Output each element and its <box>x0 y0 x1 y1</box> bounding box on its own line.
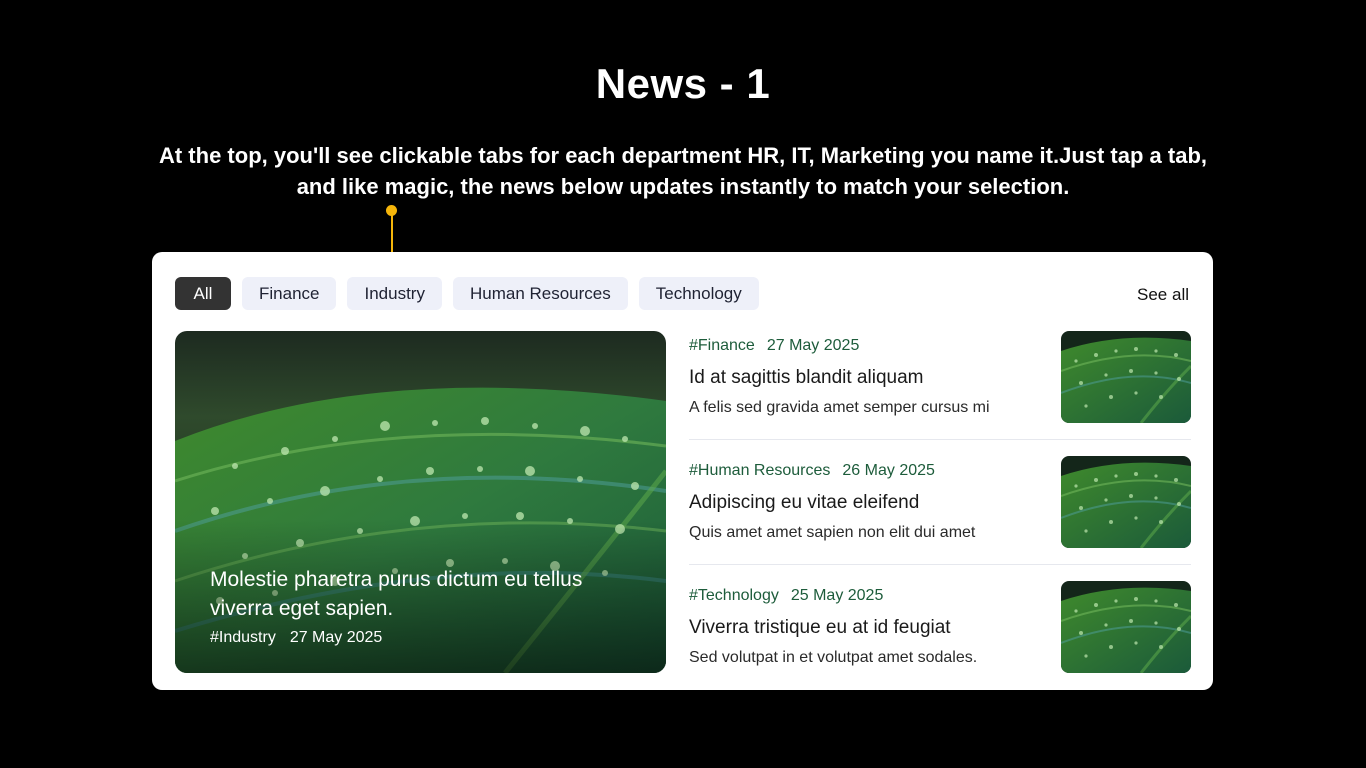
tab-technology[interactable]: Technology <box>638 277 759 310</box>
news-date: 27 May 2025 <box>766 337 860 354</box>
news-summary: A felis sed gravida amet semper cursus m… <box>689 399 990 416</box>
featured-title[interactable]: Molestie pharetra purus dictum eu tellus… <box>210 565 630 623</box>
news-card: All Finance Industry Human Resources Tec… <box>152 252 1213 690</box>
list-item[interactable]: #Finance 27 May 2025 Id at sagittis bland… <box>689 331 1191 440</box>
tab-finance[interactable]: Finance <box>242 277 337 310</box>
list-item[interactable]: #Human Resources 26 May 2025 Adipiscing e… <box>689 456 1191 565</box>
list-item[interactable]: #Technology 25 May 2025 Viverra tristique… <box>689 581 1191 689</box>
leaf-thumbnail-image <box>1061 581 1191 673</box>
news-tag[interactable]: #Human Resources <box>689 462 830 479</box>
news-thumbnail[interactable] <box>1061 456 1191 548</box>
tab-human-resources[interactable]: Human Resources <box>452 277 628 310</box>
featured-meta: #Industry 27 May 2025 <box>210 629 630 647</box>
news-summary: Quis amet amet sapien non elit dui amet <box>689 524 976 541</box>
news-tag[interactable]: #Finance <box>689 337 755 354</box>
news-date: 25 May 2025 <box>790 587 884 604</box>
news-title[interactable]: Viverra tristique eu at id feugiat <box>689 617 951 639</box>
see-all-link[interactable]: See all <box>1137 285 1189 305</box>
news-tag[interactable]: #Technology <box>689 587 779 604</box>
news-title[interactable]: Adipiscing eu vitae eleifend <box>689 492 919 514</box>
page-description: At the top, you'll see clickable tabs fo… <box>158 143 1208 199</box>
tab-all[interactable]: All <box>175 277 231 310</box>
news-meta: #Finance 27 May 2025 <box>689 337 871 355</box>
page-title: News - 1 <box>595 60 771 107</box>
news-thumbnail[interactable] <box>1061 581 1191 673</box>
news-meta: #Human Resources 26 May 2025 <box>689 462 947 480</box>
news-summary: Sed volutpat in et volutpat amet sodales… <box>689 649 978 666</box>
news-meta: #Technology 25 May 2025 <box>689 587 895 605</box>
news-date: 26 May 2025 <box>842 462 935 479</box>
featured-text: Molestie pharetra purus dictum eu tellus… <box>210 565 630 647</box>
leaf-thumbnail-image <box>1061 331 1191 423</box>
featured-date: 27 May 2025 <box>289 629 383 646</box>
featured-news-card[interactable]: Molestie pharetra purus dictum eu tellus… <box>175 331 666 673</box>
tab-industry[interactable]: Industry <box>347 277 442 310</box>
department-tabs: All Finance Industry Human Resources Tec… <box>175 277 759 310</box>
featured-tag[interactable]: #Industry <box>210 629 276 646</box>
news-thumbnail[interactable] <box>1061 331 1191 423</box>
news-title[interactable]: Id at sagittis blandit aliquam <box>689 367 923 389</box>
leaf-thumbnail-image <box>1061 456 1191 548</box>
news-list: #Finance 27 May 2025 Id at sagittis bland… <box>689 331 1191 689</box>
